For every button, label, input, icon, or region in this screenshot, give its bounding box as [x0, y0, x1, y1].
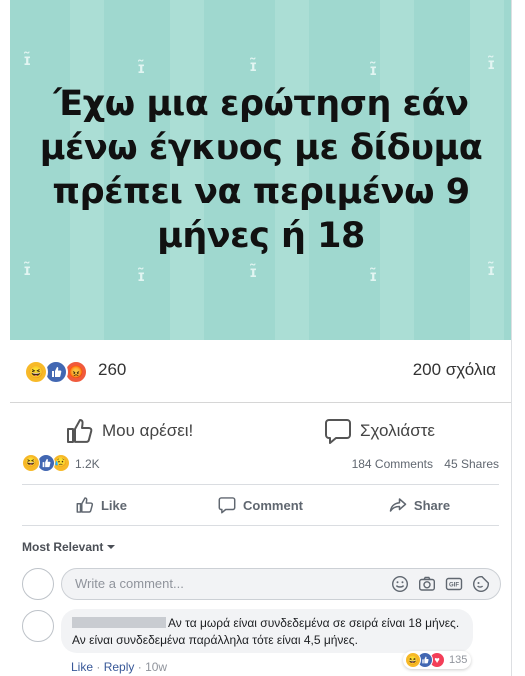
comment-input[interactable]: [73, 575, 377, 592]
post-reaction-icons[interactable]: 😆 😥: [22, 454, 72, 474]
speech-bubble-icon: [325, 419, 351, 444]
sort-label: Most Relevant: [22, 540, 104, 554]
speech-bubble-icon: [218, 497, 236, 514]
image-comment-count: 200 σχόλια: [412, 360, 496, 379]
image-action-bar: Μου αρέσει! Σχολιάστε: [10, 402, 512, 447]
pattern-mark: ɪ̃: [370, 268, 377, 285]
comment-reactions[interactable]: 😆 ♥ 135: [403, 651, 472, 669]
pattern-mark: ɪ̃: [138, 60, 145, 77]
comment-sort-dropdown[interactable]: Most Relevant: [22, 540, 116, 554]
meme-line: Έχω μια ερώτηση εάν: [53, 84, 469, 124]
comments-count-link[interactable]: 184 Comments: [352, 457, 433, 471]
image-like-label: Μου αρέσει!: [102, 421, 194, 440]
user-avatar[interactable]: [22, 568, 54, 600]
caret-down-icon: [107, 545, 116, 549]
meme-line: πρέπει να περιμένω 9: [52, 172, 470, 212]
post-reaction-count[interactable]: 1.2K: [75, 457, 100, 471]
meme-image: ɪ̃ ɪ̃ ɪ̃ ɪ̃ ɪ̃ ɪ̃ ɪ̃ ɪ̃ ɪ̃ ɪ̃ Έχω μια ερ…: [10, 0, 512, 340]
post-engagement-counts: 184 Comments 45 Shares: [344, 457, 499, 471]
comment-composer[interactable]: GIF: [61, 568, 501, 600]
image-comment-button: Σχολιάστε: [324, 418, 435, 444]
camera-icon[interactable]: [418, 575, 436, 593]
comment-age[interactable]: 10w: [145, 660, 167, 674]
sticker-icon[interactable]: [472, 575, 490, 593]
comment-like-link[interactable]: Like: [71, 660, 93, 674]
right-edge-border: [511, 0, 525, 676]
divider: [22, 525, 499, 526]
pattern-mark: ɪ̃: [138, 268, 145, 285]
haha-icon: 😆: [22, 454, 40, 472]
emoji-icon[interactable]: [391, 575, 409, 593]
pattern-mark: ɪ̃: [24, 262, 31, 279]
comment-meta: Like · Reply · 10w: [71, 660, 168, 674]
composer-icons: GIF: [391, 575, 490, 593]
gif-icon[interactable]: GIF: [445, 575, 463, 593]
pattern-mark: ɪ̃: [488, 262, 495, 279]
post-stats-bar: 😆 😥 1.2K 184 Comments 45 Shares: [22, 452, 499, 478]
comment-reaction-count: 135: [449, 654, 468, 666]
pattern-mark: ɪ̃: [370, 62, 377, 79]
comment-reply-link[interactable]: Reply: [104, 660, 135, 674]
redacted-author-name: [72, 617, 166, 628]
image-comment-label: Σχολιάστε: [360, 421, 435, 440]
image-like-button: Μου αρέσει!: [66, 418, 193, 444]
commenter-avatar[interactable]: [22, 610, 54, 642]
share-button[interactable]: Share: [340, 487, 499, 523]
pattern-mark: ɪ̃: [250, 264, 257, 281]
pattern-mark: ɪ̃: [250, 58, 257, 75]
thumbs-up-icon: [67, 419, 93, 443]
pattern-mark: ɪ̃: [488, 56, 495, 73]
meme-line: μένω έγκυος με δίδυμα: [39, 128, 483, 168]
meme-line: μήνες ή 18: [157, 216, 365, 256]
share-arrow-icon: [389, 498, 407, 512]
share-label: Share: [413, 497, 451, 513]
haha-icon: 😆: [24, 360, 48, 384]
image-stats-bar: 😆 😡 260 200 σχόλια: [10, 340, 512, 403]
post-action-bar: Like Comment Share: [22, 487, 499, 523]
comment-button[interactable]: Comment: [181, 487, 340, 523]
meme-text: Έχω μια ερώτηση εάν μένω έγκυος με δίδυμ…: [10, 82, 512, 258]
svg-text:GIF: GIF: [449, 583, 459, 589]
like-button[interactable]: Like: [22, 487, 181, 523]
pattern-mark: ɪ̃: [24, 52, 31, 69]
haha-icon: 😆: [405, 652, 421, 668]
shares-count-link[interactable]: 45 Shares: [444, 457, 499, 471]
image-reaction-count: 260: [98, 360, 127, 379]
comment-label: Comment: [243, 497, 303, 513]
divider: [22, 484, 499, 485]
comment-bubble: Αν τα μωρά είναι συνδεδεμένα σε σειρά εί…: [61, 609, 473, 653]
like-label: Like: [100, 497, 127, 513]
thumbs-up-icon: [76, 497, 94, 513]
shared-image-screenshot: ɪ̃ ɪ̃ ɪ̃ ɪ̃ ɪ̃ ɪ̃ ɪ̃ ɪ̃ ɪ̃ ɪ̃ Έχω μια ερ…: [10, 0, 513, 447]
